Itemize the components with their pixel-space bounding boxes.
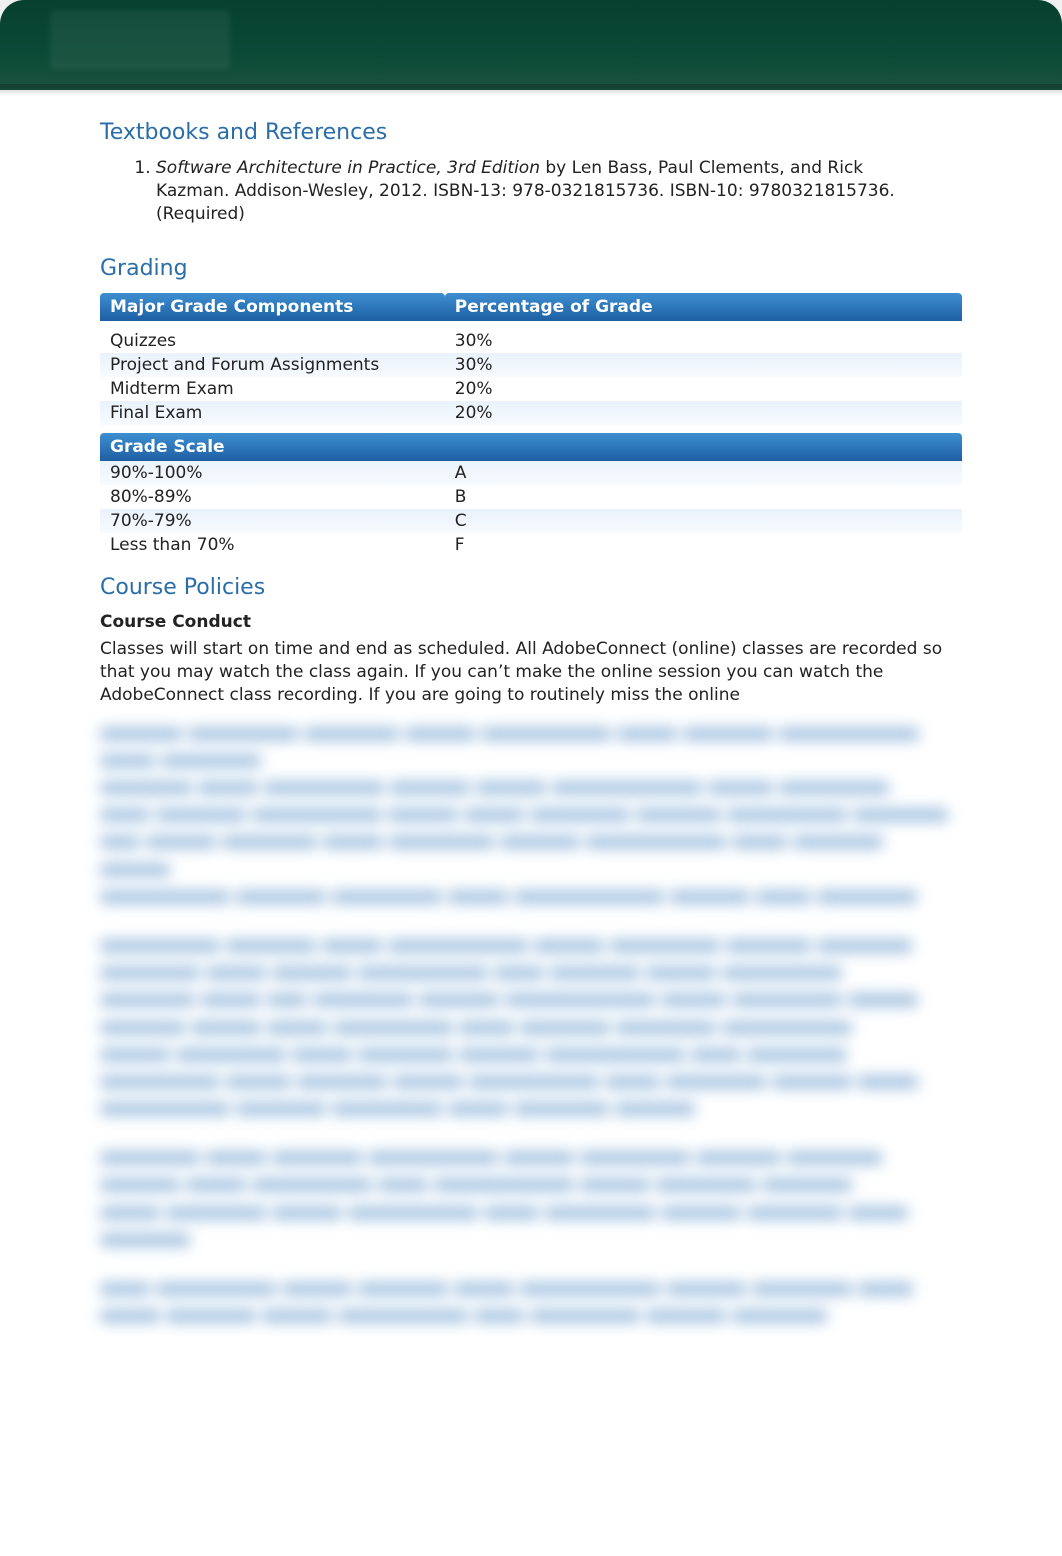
document-page: Textbooks and References Software Archit… — [0, 0, 1062, 1556]
grade-scale-letter: A — [445, 461, 962, 485]
grade-component-pct: 30% — [445, 353, 962, 377]
grade-component-label: Final Exam — [100, 401, 445, 425]
textbook-title: Software Architecture in Practice, 3rd E… — [156, 158, 540, 178]
grade-scale-letter: F — [445, 533, 962, 557]
grade-component-pct: 30% — [445, 329, 962, 353]
grade-scale-range: 80%-89% — [100, 485, 445, 509]
grade-component-pct: 20% — [445, 401, 962, 425]
table-row: Final Exam 20% — [100, 401, 962, 425]
page-header-band — [0, 0, 1062, 90]
redacted-paragraph — [100, 721, 962, 911]
grading-heading: Grading — [100, 256, 962, 281]
course-conduct-paragraph: Classes will start on time and end as sc… — [100, 638, 962, 707]
policies-heading: Course Policies — [100, 575, 962, 600]
redacted-paragraph — [100, 933, 962, 1123]
table-row: Midterm Exam 20% — [100, 377, 962, 401]
table-row: Project and Forum Assignments 30% — [100, 353, 962, 377]
table-row: 90%-100% A — [100, 461, 962, 485]
textbooks-heading: Textbooks and References — [100, 120, 962, 145]
grading-table-header-row: Major Grade Components Percentage of Gra… — [100, 293, 962, 321]
grading-col-percentage: Percentage of Grade — [445, 293, 962, 321]
grade-component-label: Quizzes — [100, 329, 445, 353]
table-row: 70%-79% C — [100, 509, 962, 533]
table-row: Quizzes 30% — [100, 329, 962, 353]
grade-scale-letter: B — [445, 485, 962, 509]
institution-logo — [50, 10, 230, 70]
table-row: Less than 70% F — [100, 533, 962, 557]
redacted-paragraph — [100, 1276, 962, 1330]
document-content: Textbooks and References Software Archit… — [0, 90, 1062, 1392]
grade-component-pct: 20% — [445, 377, 962, 401]
grade-scale-header-row: Grade Scale — [100, 433, 962, 461]
grade-component-label: Midterm Exam — [100, 377, 445, 401]
table-row: 80%-89% B — [100, 485, 962, 509]
grade-scale-range: 70%-79% — [100, 509, 445, 533]
grade-scale-letter: C — [445, 509, 962, 533]
grade-scale-header: Grade Scale — [100, 433, 962, 461]
grading-table: Major Grade Components Percentage of Gra… — [100, 293, 962, 557]
grade-component-label: Project and Forum Assignments — [100, 353, 445, 377]
course-conduct-label: Course Conduct — [100, 612, 962, 632]
grade-scale-range: 90%-100% — [100, 461, 445, 485]
textbooks-list: Software Architecture in Practice, 3rd E… — [100, 157, 962, 226]
grade-scale-range: Less than 70% — [100, 533, 445, 557]
grading-col-components: Major Grade Components — [100, 293, 445, 321]
textbook-item: Software Architecture in Practice, 3rd E… — [156, 157, 962, 226]
redacted-paragraph — [100, 1145, 962, 1254]
